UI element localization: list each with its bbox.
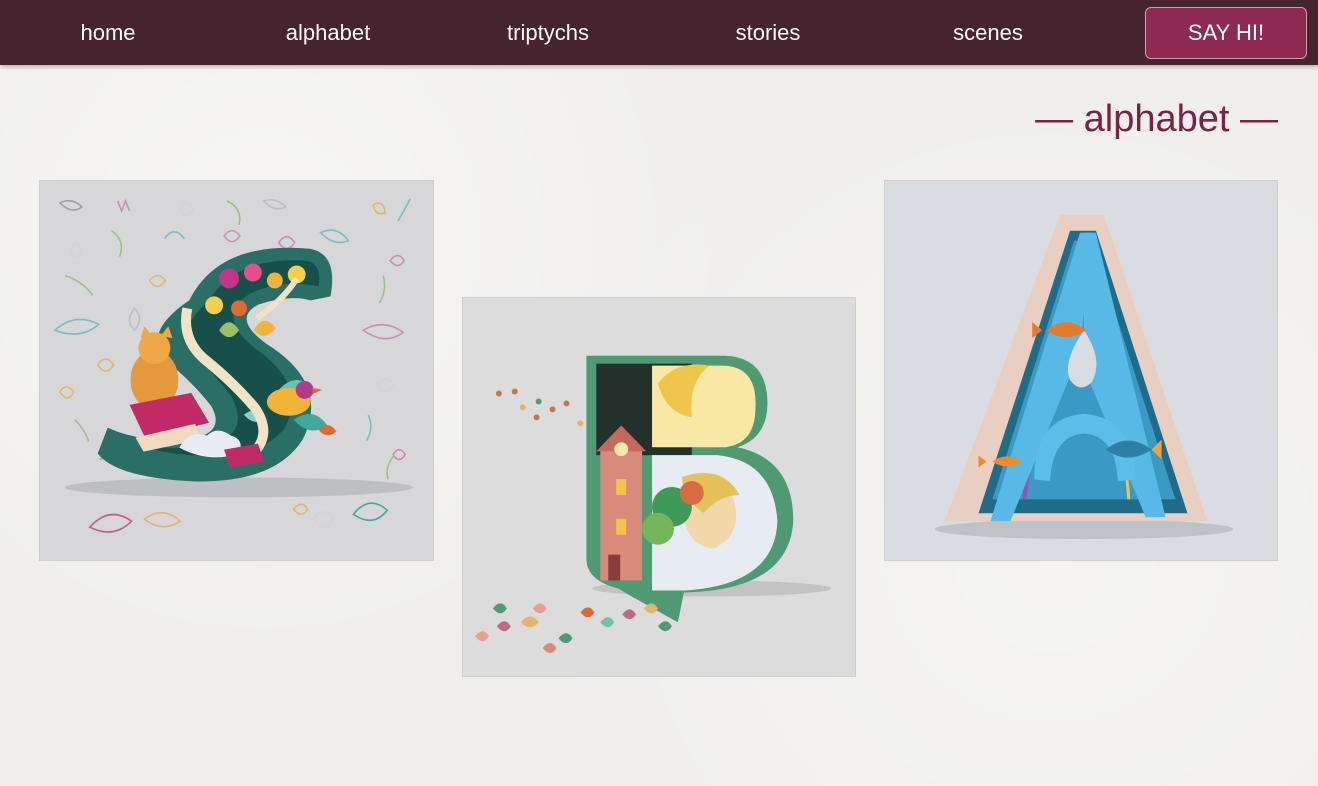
- top-navbar: home alphabet triptychs stories scenes S…: [0, 0, 1318, 65]
- say-hi-button[interactable]: SAY HI!: [1145, 7, 1307, 59]
- nav-scenes-link[interactable]: scenes: [898, 0, 1078, 65]
- nav-stories-link[interactable]: stories: [678, 0, 858, 65]
- gallery-card-b[interactable]: [462, 297, 856, 677]
- nav-alphabet-link[interactable]: alphabet: [238, 0, 418, 65]
- paper-art-letter-a-image: [934, 214, 1234, 540]
- gallery-card-a[interactable]: [884, 180, 1278, 561]
- paper-art-letter-b-image: [474, 355, 832, 654]
- nav-triptychs-link[interactable]: triptychs: [458, 0, 638, 65]
- paper-art-letter-s-image: [53, 198, 414, 533]
- gallery-card-s[interactable]: [39, 180, 434, 561]
- nav-home-link[interactable]: home: [18, 0, 198, 65]
- page-title: — alphabet —: [1035, 98, 1278, 140]
